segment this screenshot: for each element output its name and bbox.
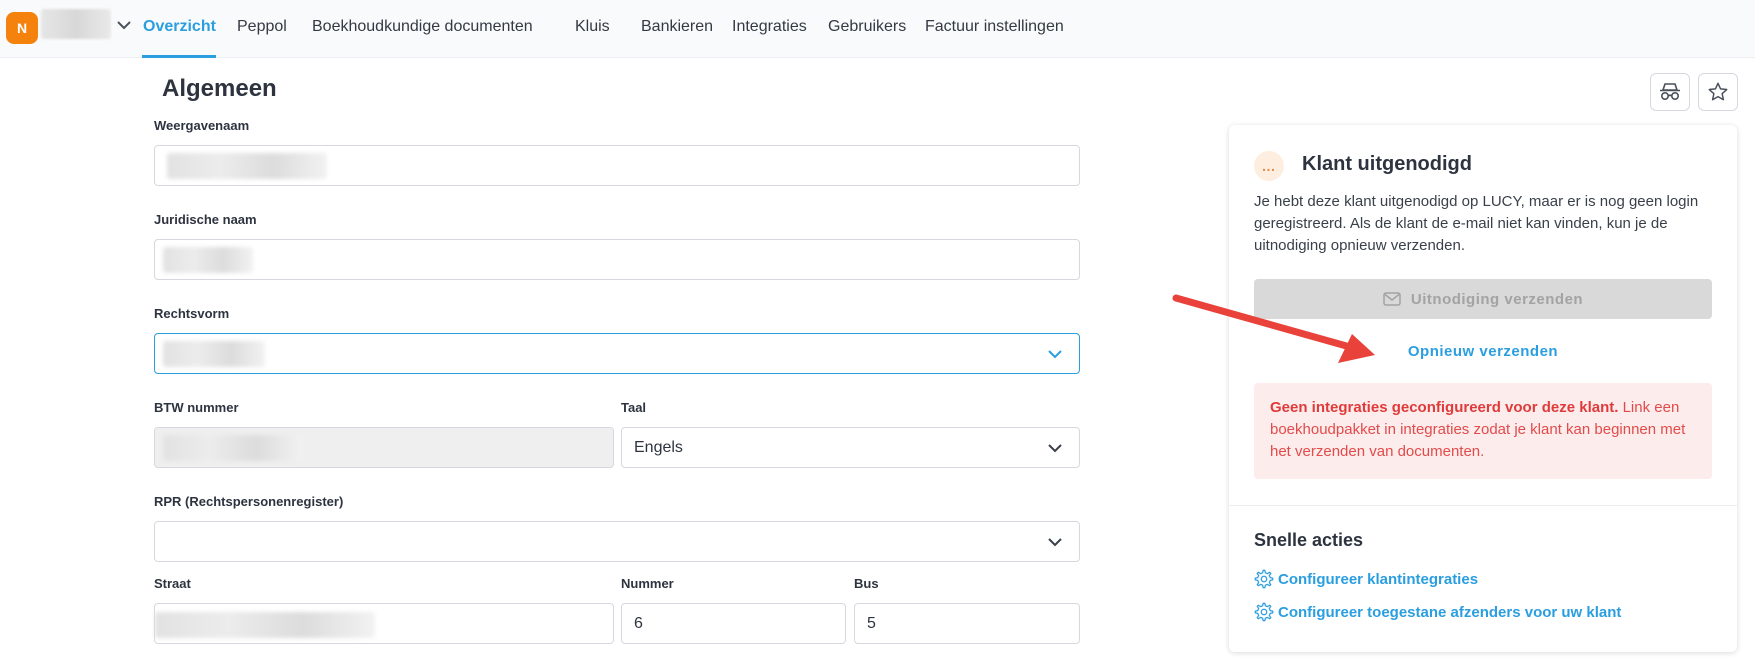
impersonate-button[interactable] [1650,73,1690,111]
section-title: Algemeen [162,75,277,102]
vat-input[interactable] [154,427,614,468]
language-select[interactable]: Engels [621,427,1080,468]
incognito-icon [1660,83,1680,101]
gear-icon [1254,602,1274,622]
redacted-value [163,435,303,461]
redacted-value [163,247,253,273]
pending-status-icon: … [1254,151,1284,181]
nav-tab-bankieren[interactable]: Bankieren [641,18,713,36]
chevron-down-icon [1048,443,1062,452]
number-value: 6 [634,614,643,632]
configure-integrations-link[interactable]: Configureer klantintegraties [1254,569,1478,589]
nav-tab-overzicht[interactable]: Overzicht [143,18,216,36]
redacted-value [155,612,375,638]
rpr-label: RPR (Rechtspersonenregister) [154,494,344,509]
nav-tab-gebruikers[interactable]: Gebruikers [828,18,906,36]
top-navigation: N Overzicht Peppol Boekhoudkundige docum… [0,0,1755,58]
legal-form-select[interactable] [154,333,1080,374]
legal-name-label: Juridische naam [154,212,257,227]
quick-actions-title: Snelle acties [1254,530,1364,550]
alert-bold-text: Geen integraties geconfigureerd voor dez… [1270,399,1619,416]
panel-title: Klant uitgenodigd [1302,153,1472,175]
display-name-input[interactable] [154,145,1080,186]
chevron-down-icon [1048,537,1062,546]
nav-tab-integraties[interactable]: Integraties [732,18,807,36]
bus-label: Bus [854,576,879,591]
client-status-panel: … Klant uitgenodigd Je hebt deze klant u… [1229,125,1737,652]
account-name-redacted[interactable] [41,9,111,39]
panel-description: Je hebt deze klant uitgenodigd op LUCY, … [1254,193,1699,254]
redacted-value [167,153,327,179]
send-invitation-label: Uitnodiging verzenden [1410,290,1584,308]
star-icon [1708,82,1728,101]
account-avatar[interactable]: N [6,12,38,44]
nav-tab-factuur-instellingen[interactable]: Factuur instellingen [925,18,1064,36]
nav-tab-boekhoudkundige-documenten[interactable]: Boekhoudkundige documenten [312,18,533,36]
configure-senders-link[interactable]: Configureer toegestane afzenders voor uw… [1254,602,1621,622]
number-input[interactable]: 6 [621,603,846,644]
redacted-value [163,341,265,367]
chevron-down-icon[interactable] [116,19,132,31]
vat-label: BTW nummer [154,400,239,415]
street-label: Straat [154,576,191,591]
gear-icon [1254,569,1274,589]
chevron-down-icon [1048,349,1062,358]
display-name-label: Weergavenaam [154,118,250,133]
legal-name-input[interactable] [154,239,1080,280]
annotation-arrow [1172,294,1375,363]
divider [1229,505,1737,506]
favorite-button[interactable] [1698,73,1738,111]
legal-form-label: Rechtsvorm [154,306,230,321]
language-label: Taal [621,400,647,415]
no-integrations-alert: Geen integraties geconfigureerd voor dez… [1254,383,1712,479]
configure-senders-label: Configureer toegestane afzenders voor uw… [1278,603,1622,621]
number-label: Nummer [621,576,674,591]
configure-integrations-label: Configureer klantintegraties [1278,570,1479,588]
rpr-select[interactable] [154,521,1080,562]
language-value: Engels [634,438,683,456]
bus-input[interactable]: 5 [854,603,1080,644]
nav-tab-kluis[interactable]: Kluis [575,18,610,36]
nav-tab-peppol[interactable]: Peppol [237,18,287,36]
street-input[interactable] [154,603,614,644]
active-tab-indicator [142,55,216,58]
bus-value: 5 [867,614,876,632]
